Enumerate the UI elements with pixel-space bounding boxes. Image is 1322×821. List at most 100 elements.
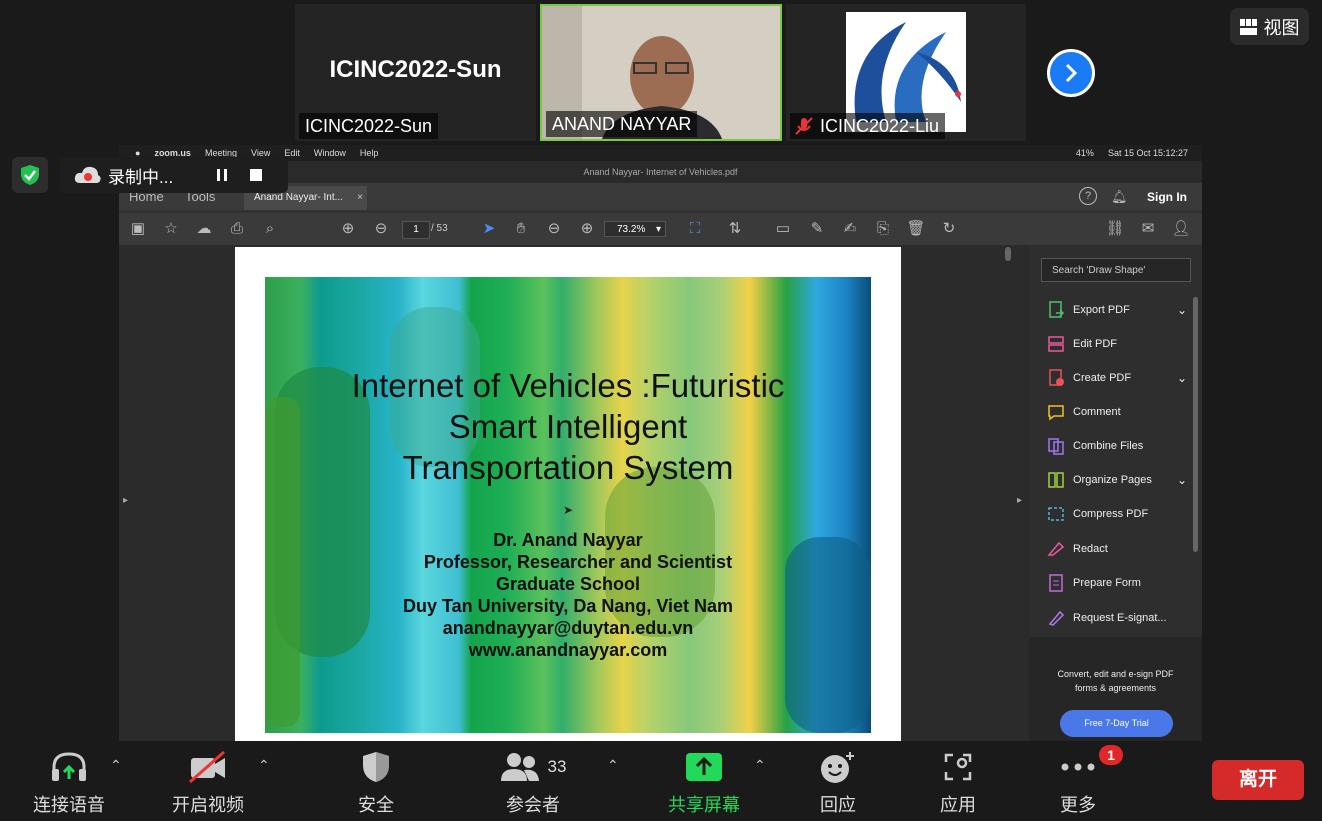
- document-view[interactable]: ▸ Internet of Vehicles :Futuristic Smart…: [119, 245, 1029, 741]
- export-pdf-icon: [1049, 301, 1065, 318]
- tool-label: Prepare Form: [1073, 577, 1141, 589]
- reaction-smile-icon: [821, 752, 854, 783]
- star-icon[interactable]: ☆: [161, 219, 181, 239]
- stamp-icon[interactable]: ⎘: [873, 219, 893, 239]
- close-icon[interactable]: ×: [357, 186, 363, 210]
- zoom-level-value: 73.2%: [617, 224, 646, 235]
- next-page-button[interactable]: [1047, 49, 1095, 97]
- tool-create-pdf[interactable]: Create PDF ⌄: [1047, 367, 1187, 389]
- view-button[interactable]: 视图: [1230, 8, 1309, 45]
- bell-icon[interactable]: 🔔︎: [1111, 189, 1128, 205]
- scroll-mode-icon[interactable]: ⇅: [725, 219, 745, 239]
- select-cursor-icon[interactable]: ➤: [479, 219, 499, 239]
- chevron-up-icon[interactable]: ⌃: [607, 757, 619, 774]
- save-icon[interactable]: ▣: [128, 219, 148, 239]
- page-number-input[interactable]: 1: [402, 221, 430, 239]
- tool-redact[interactable]: Redact: [1047, 538, 1187, 560]
- battery-percent: 41%: [1075, 148, 1094, 158]
- participant-count: 33: [547, 757, 567, 776]
- apps-icon: [944, 753, 972, 781]
- view-button-label: 视图: [1263, 17, 1300, 38]
- mouse-cursor-icon: ➤: [563, 503, 574, 517]
- zoom-level-select[interactable]: 73.2% ▾: [604, 221, 666, 237]
- apps-button[interactable]: 应用: [903, 749, 1013, 817]
- page-up-icon[interactable]: ⊕: [338, 219, 358, 239]
- tool-request-esign[interactable]: Request E-signat...: [1047, 607, 1187, 629]
- pause-icon[interactable]: [215, 168, 229, 182]
- chevron-down-icon[interactable]: ⌄: [1177, 303, 1187, 317]
- tool-organize-pages[interactable]: Organize Pages ⌄: [1047, 469, 1187, 491]
- start-video-button[interactable]: 开启视频: [153, 749, 263, 817]
- tool-edit-pdf[interactable]: Edit PDF: [1047, 333, 1187, 355]
- participants-icon: [500, 753, 539, 781]
- participant-tile-anand-nayyar[interactable]: ANAND NAYYAR: [540, 4, 782, 141]
- tool-combine-files[interactable]: Combine Files: [1047, 435, 1187, 457]
- cloud-record-icon: [74, 166, 101, 183]
- link-icon[interactable]: ⛓︎: [1105, 219, 1125, 239]
- tool-prepare-form[interactable]: Prepare Form: [1047, 572, 1187, 594]
- join-audio-label: 连接语音: [33, 795, 105, 815]
- share-user-icon[interactable]: 👤︎: [1171, 219, 1191, 239]
- shared-screen: ● zoom.us Meeting View Edit Window Help …: [119, 145, 1202, 741]
- security-shield-badge[interactable]: [12, 157, 48, 193]
- print-icon[interactable]: ⎙: [227, 219, 247, 239]
- stop-icon[interactable]: [249, 168, 263, 182]
- apps-label: 应用: [940, 795, 976, 815]
- zoom-search-icon[interactable]: ⌕: [260, 219, 280, 239]
- chevron-up-icon[interactable]: ⌃: [110, 757, 122, 774]
- tools-panel-scrollbar[interactable]: [1193, 297, 1198, 552]
- highlight-pen-icon[interactable]: ✎: [807, 219, 827, 239]
- comment-icon[interactable]: ▭: [773, 219, 793, 239]
- fit-page-icon[interactable]: ⛶: [685, 219, 705, 239]
- tool-label: Comment: [1073, 406, 1121, 418]
- mac-menu-item[interactable]: Window: [314, 148, 346, 158]
- security-label: 安全: [358, 795, 394, 815]
- upload-cloud-icon[interactable]: ☁: [194, 219, 214, 239]
- share-screen-icon: [686, 753, 722, 781]
- slide-title-line: Smart Intelligent: [448, 408, 688, 445]
- left-panel-toggle-icon[interactable]: ▸: [123, 495, 128, 506]
- mac-menu-item[interactable]: Help: [360, 148, 379, 158]
- help-icon[interactable]: ?: [1079, 187, 1097, 205]
- reactions-button[interactable]: 回应: [783, 749, 893, 817]
- page-total: / 53: [431, 223, 448, 234]
- zoom-in-icon[interactable]: ⊕: [577, 219, 597, 239]
- hand-tool-icon[interactable]: ✋︎: [511, 219, 531, 239]
- free-trial-button[interactable]: Free 7-Day Trial: [1060, 710, 1173, 737]
- document-scrollbar[interactable]: [1005, 247, 1011, 261]
- slide-title: Internet of Vehicles :Futuristic Smart I…: [265, 365, 871, 488]
- join-audio-button[interactable]: 连接语音: [14, 749, 124, 817]
- delete-icon[interactable]: 🗑︎: [906, 219, 926, 239]
- participant-tile-icinc-liu[interactable]: ICINC2022-Liu: [786, 4, 1026, 141]
- share-screen-label: 共享屏幕: [668, 795, 740, 815]
- more-label: 更多: [1060, 795, 1096, 815]
- participants-button[interactable]: 33 参会者: [478, 749, 588, 817]
- clock: Sat 15 Oct 15:12:27: [1107, 148, 1188, 158]
- share-screen-button[interactable]: 共享屏幕: [649, 749, 759, 817]
- tool-comment[interactable]: Comment: [1047, 401, 1187, 423]
- participant-tile-icinc-sun[interactable]: ICINC2022-Sun ICINC2022-Sun: [295, 4, 536, 141]
- sign-in-link[interactable]: Sign In: [1147, 190, 1187, 204]
- redact-icon: [1047, 541, 1065, 556]
- leave-button[interactable]: 离开: [1212, 760, 1304, 800]
- rotate-icon[interactable]: ↻: [939, 219, 959, 239]
- chevron-down-icon[interactable]: ⌄: [1177, 371, 1187, 385]
- page-down-icon[interactable]: ⊖: [371, 219, 391, 239]
- email-icon[interactable]: ✉: [1138, 219, 1158, 239]
- mac-menu-item[interactable]: Edit: [284, 148, 300, 158]
- tool-compress-pdf[interactable]: Compress PDF: [1047, 503, 1187, 525]
- slide-email: anandnayyar@duytan.edu.vn: [442, 618, 694, 638]
- security-button[interactable]: 安全: [321, 749, 431, 817]
- acrobat-toolbar: ▣ ☆ ☁ ⎙ ⌕ ⊕ ⊖ 1 / 53 ➤ ✋︎ ⊖ ⊕ 73.2% ▾ ⛶ ⇅…: [119, 213, 1202, 245]
- promo-text: Convert, edit and e-sign PDF forms & agr…: [1057, 669, 1174, 693]
- chevron-down-icon[interactable]: ⌄: [1177, 473, 1187, 487]
- chevron-up-icon[interactable]: ⌃: [754, 757, 766, 774]
- sign-icon[interactable]: ✍︎: [840, 219, 860, 239]
- tools-search-input[interactable]: Search 'Draw Shape': [1041, 258, 1191, 282]
- right-panel-toggle-icon[interactable]: ▸: [1017, 495, 1022, 506]
- tool-export-pdf[interactable]: Export PDF ⌄: [1047, 299, 1187, 321]
- chevron-right-icon: [1065, 63, 1078, 83]
- slide-title-line: Transportation System: [402, 449, 734, 486]
- zoom-out-icon[interactable]: ⊖: [544, 219, 564, 239]
- chevron-up-icon[interactable]: ⌃: [258, 757, 270, 774]
